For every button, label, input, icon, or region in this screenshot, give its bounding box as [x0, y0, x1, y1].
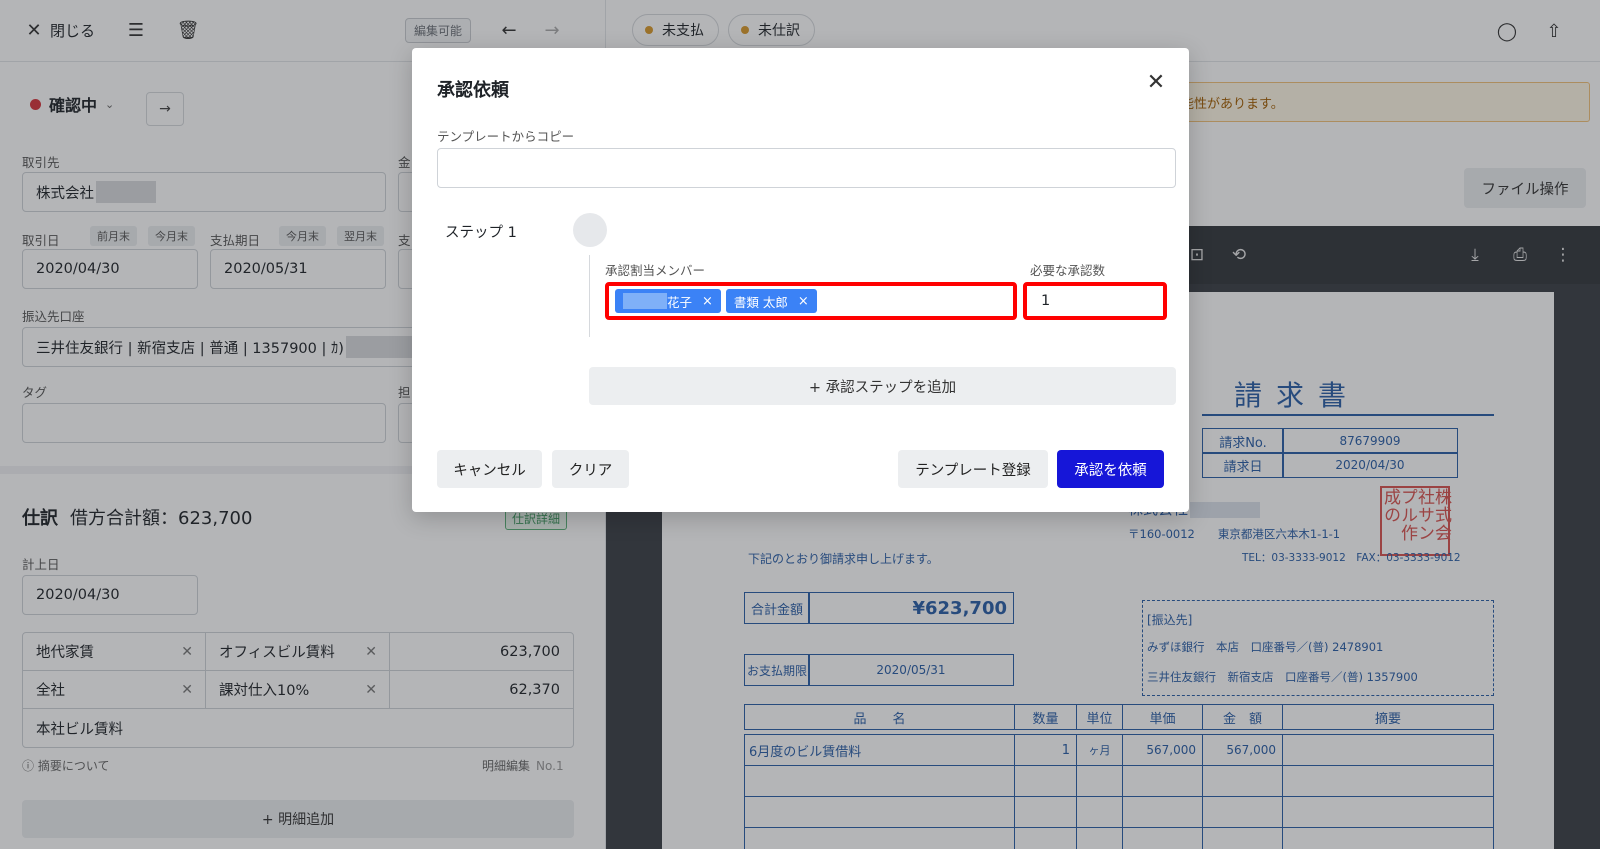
approval-request-dialog: 承認依頼 ✕ テンプレートからコピー ステップ 1 承認割当メンバー 花子 × …: [412, 48, 1189, 512]
member-name: 書類 太郎: [733, 294, 788, 310]
dialog-title: 承認依頼: [437, 80, 509, 101]
member-name: 花子: [667, 294, 693, 310]
redacted-block: [623, 293, 667, 309]
required-count-label: 必要な承認数: [1030, 263, 1106, 278]
clear-button[interactable]: クリア: [552, 450, 629, 488]
template-register-button[interactable]: テンプレート登録: [898, 450, 1048, 488]
members-label: 承認割当メンバー: [605, 263, 706, 278]
template-copy-label: テンプレートからコピー: [437, 129, 575, 144]
remove-member-icon[interactable]: ×: [798, 294, 809, 309]
cancel-button[interactable]: キャンセル: [437, 450, 542, 488]
required-count-input[interactable]: 1: [1023, 282, 1167, 320]
step-label: ステップ 1: [445, 225, 517, 241]
step-connector: [589, 255, 590, 337]
member-tag: 花子 ×: [615, 289, 721, 313]
step-indicator: [573, 213, 607, 247]
template-copy-select[interactable]: [437, 148, 1176, 188]
member-tag: 書類 太郎 ×: [725, 289, 817, 313]
submit-approval-button[interactable]: 承認を依頼: [1057, 450, 1164, 488]
members-field[interactable]: 花子 × 書類 太郎 ×: [605, 282, 1017, 320]
close-icon[interactable]: ✕: [1142, 68, 1170, 96]
add-step-button[interactable]: + 承認ステップを追加: [589, 367, 1176, 405]
required-count-value: 1: [1041, 293, 1051, 309]
remove-member-icon[interactable]: ×: [702, 294, 713, 309]
